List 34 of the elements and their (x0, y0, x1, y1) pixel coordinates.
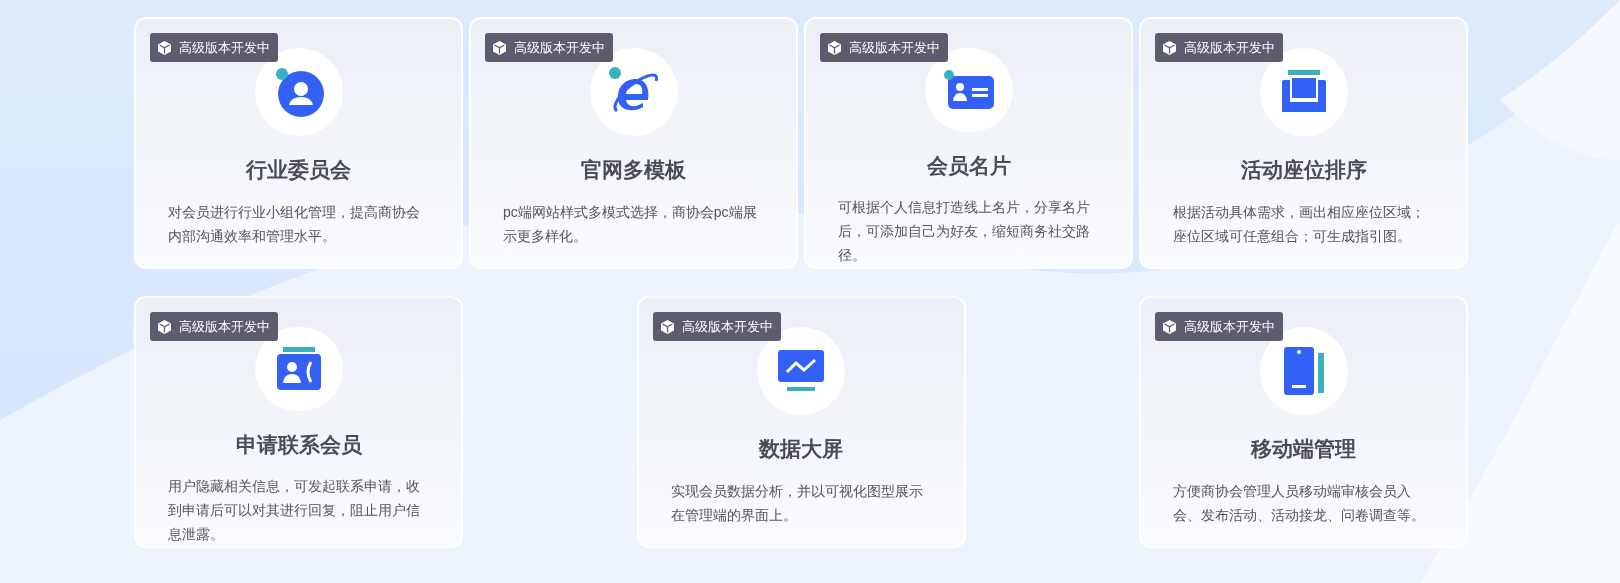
card-title: 移动端管理 (1251, 436, 1356, 462)
card-description: 对会员进行行业小组化管理，提高商协会内部沟通效率和管理水平。 (167, 202, 421, 246)
id-card-icon (943, 69, 994, 110)
card-description: 可根据个人信息打造线上名片，分享名片后，可添加自己为好友，缩短商务社交路径。 (837, 198, 1091, 265)
card-title: 活动座位排序 (1240, 157, 1367, 183)
card-description: pc端网站样式多模式选择，商协会pc端展示更多样化。 (502, 202, 758, 246)
chart-monitor-icon (777, 350, 825, 392)
badge-text: 高级版本开发中 (1184, 38, 1275, 57)
badge-text: 高级版本开发中 (849, 38, 940, 57)
cube-icon (660, 319, 674, 334)
cube-icon (1163, 319, 1176, 334)
card-description: 方便商协会管理人员移动端审核会员入会、发布活动、活动接龙、问卷调查等。 (1172, 481, 1426, 525)
mobile-phone-icon (1281, 347, 1326, 395)
cube-icon (828, 40, 841, 55)
card-title: 会员名片 (926, 152, 1011, 179)
cube-icon (158, 40, 171, 55)
card-title: 官网多模板 (581, 157, 686, 183)
badge-text: 高级版本开发中 (514, 38, 605, 57)
card-description: 用户隐藏相关信息，可发起联系申请，收到申请后可以对其进行回复，阻止用户信息泄露。 (167, 477, 421, 544)
card-title: 行业委员会 (246, 157, 351, 183)
card-description: 实现会员数据分析，并以可视化图型展示在管理端的界面上。 (669, 481, 924, 525)
seat-icon (1279, 70, 1328, 114)
badge-text: 高级版本开发中 (179, 317, 270, 336)
badge-text: 高级版本开发中 (1184, 317, 1275, 336)
cube-icon (493, 40, 506, 55)
cube-icon (1163, 40, 1176, 55)
cube-icon (158, 319, 171, 334)
card-title: 申请联系会员 (235, 431, 362, 458)
card-title: 数据大屏 (759, 436, 843, 462)
person-icon (273, 67, 324, 117)
card-description: 根据活动具体需求，画出相应座位区域；座位区域可任意组合；可生成指引图。 (1172, 202, 1426, 246)
badge-text: 高级版本开发中 (179, 38, 270, 57)
contact-card-icon (274, 346, 323, 391)
badge-text: 高级版本开发中 (681, 317, 773, 336)
